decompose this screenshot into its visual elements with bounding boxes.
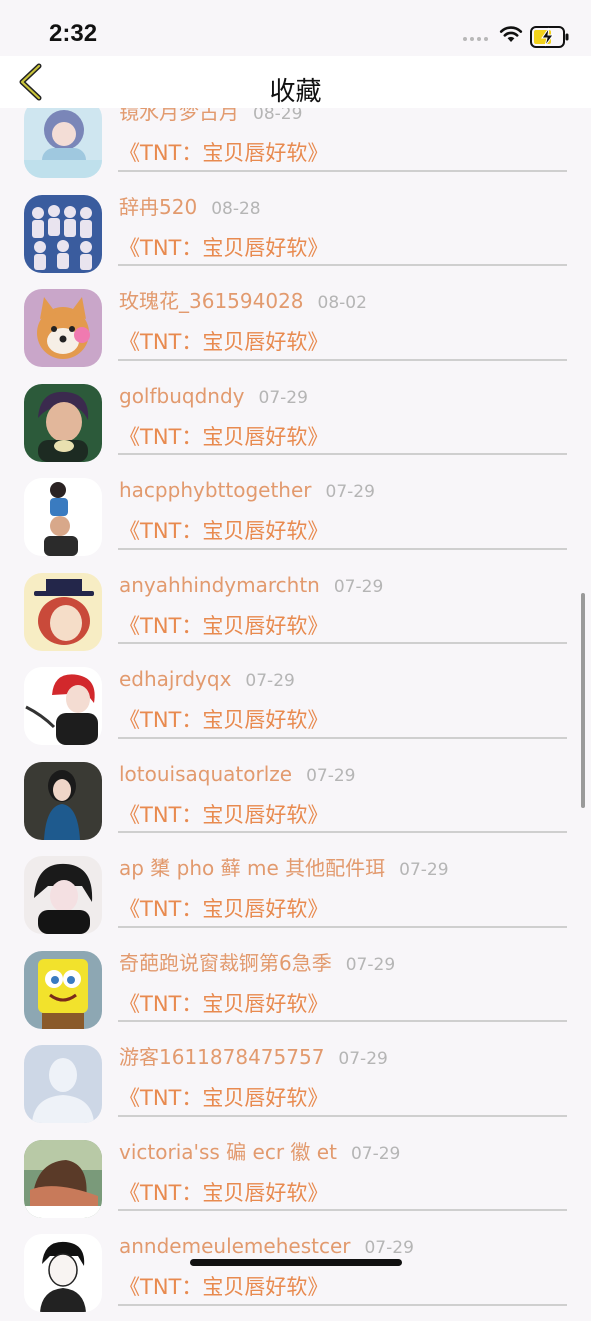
divider [118, 925, 567, 928]
divider [118, 642, 567, 644]
item-nickname: edhajrdyqx 07-29 [119, 667, 295, 691]
divider [118, 736, 567, 739]
sketch-boy-avatar [24, 1234, 102, 1312]
item-title-link[interactable]: 《TNT：宝贝唇好软》 [119, 1270, 328, 1304]
boy-photo-avatar [24, 383, 102, 462]
list-item[interactable]: golfbuqdndy 07-29 《TNT：宝贝唇好软》 [0, 376, 591, 471]
divider [118, 547, 567, 550]
divider [118, 264, 567, 266]
dark-anime-avatar [24, 856, 102, 934]
list-item[interactable]: 奇葩跑说窗裁锕第6急季 07-29 《TNT：宝贝唇好软》 [0, 943, 591, 1038]
divider [118, 1209, 567, 1211]
item-date: 07-29 [333, 576, 384, 597]
group-photo-avatar [24, 194, 102, 273]
item-nickname: 玫瑰花_361594028 08-02 [119, 289, 367, 313]
red-hair-anime-avatar [24, 667, 102, 745]
item-title-link[interactable]: 《TNT：宝贝唇好软》 [119, 609, 328, 643]
item-date: 07-29 [350, 1143, 401, 1164]
anime-girl-avatar [24, 100, 102, 178]
girl-scarf-avatar [24, 1139, 102, 1218]
vertical-scrollbar[interactable] [581, 593, 585, 808]
item-date: 08-28 [211, 198, 261, 219]
item-nickname: 游客1611878475757 07-29 [119, 1045, 388, 1069]
woman-qipao-avatar [24, 761, 102, 840]
item-nickname: 奇葩跑说窗裁锕第6急季 07-29 [119, 950, 396, 975]
list-item[interactable]: lotouisaquatorlze 07-29 《TNT：宝贝唇好软》 [0, 754, 591, 849]
divider [118, 831, 567, 833]
item-title-link[interactable]: 《TNT：宝贝唇好软》 [119, 798, 328, 832]
item-title-link[interactable]: 《TNT：宝贝唇好软》 [119, 231, 328, 265]
item-title-link[interactable]: 《TNT：宝贝唇好软》 [119, 703, 328, 737]
list-item[interactable]: ap 橥 pho 藓 me 其他配件珥 07-29 《TNT：宝贝唇好软》 [0, 848, 591, 943]
item-date: 07-29 [364, 1238, 414, 1258]
item-date: 07-29 [306, 765, 356, 786]
default-user-avatar [24, 1045, 102, 1123]
page-title: 收藏 [269, 77, 322, 107]
item-title-link[interactable]: 《TNT：宝贝唇好软》 [119, 892, 328, 926]
item-title-link[interactable]: 《TNT：宝贝唇好软》 [119, 136, 328, 170]
list-item[interactable]: 辞冉520 08-28 《TNT：宝贝唇好软》 [0, 187, 591, 282]
item-title-link[interactable]: 《TNT：宝贝唇好软》 [119, 1081, 328, 1115]
item-title-link[interactable]: 《TNT：宝贝唇好软》 [119, 987, 328, 1021]
item-title-link[interactable]: 《TNT：宝贝唇好软》 [119, 514, 328, 548]
list-item[interactable]: hacpphybttogether 07-29 《TNT：宝贝唇好软》 [0, 470, 591, 565]
divider [118, 1020, 567, 1022]
item-date: 07-29 [345, 954, 396, 975]
spongebob-avatar [24, 950, 102, 1029]
item-title-link[interactable]: 《TNT：宝贝唇好软》 [119, 1176, 328, 1210]
item-nickname: golfbuqdndy 07-29 [119, 383, 308, 408]
list-item[interactable]: 玫瑰花_361594028 08-02 《TNT：宝贝唇好软》 [0, 281, 591, 376]
divider [118, 453, 567, 455]
home-indicator[interactable] [190, 1259, 402, 1266]
wifi-icon [499, 26, 523, 42]
hat-girl-avatar [24, 572, 102, 651]
item-nickname: hacpphybttogether 07-29 [119, 478, 375, 502]
status-time: 2:32 [49, 20, 98, 47]
item-date: 07-29 [325, 482, 375, 502]
divider [118, 1303, 567, 1306]
list-item[interactable]: anndemeulemehestcer 07-29 《TNT：宝贝唇好软》 [0, 1226, 591, 1321]
item-date: 07-29 [245, 671, 295, 691]
father-child-avatar [24, 478, 102, 556]
list-item[interactable]: anyahhindymarchtn 07-29 《TNT：宝贝唇好软》 [0, 565, 591, 660]
item-date: 07-29 [338, 1049, 388, 1069]
item-nickname: 辞冉520 08-28 [119, 194, 261, 219]
list-item[interactable]: victoria'ss 碥 ecr 徽 et 07-29 《TNT：宝贝唇好软》 [0, 1132, 591, 1227]
battery-charging-icon [530, 26, 569, 48]
divider [118, 1114, 567, 1117]
list-item[interactable]: 游客1611878475757 07-29 《TNT：宝贝唇好软》 [0, 1037, 591, 1132]
cellular-signal-icon [463, 37, 488, 41]
item-nickname: victoria'ss 碥 ecr 徽 et 07-29 [119, 1139, 401, 1164]
status-bar: 2:32 [0, 0, 591, 56]
favorites-list: 镜水月梦古月 08-29 《TNT：宝贝唇好软》 辞冉520 08-28 《TNT：… [0, 92, 591, 1321]
nav-bar: 收藏 [0, 56, 591, 108]
item-title-link[interactable]: 《TNT：宝贝唇好软》 [119, 420, 328, 454]
divider [118, 169, 567, 172]
item-title-link[interactable]: 《TNT：宝贝唇好软》 [119, 325, 328, 359]
item-nickname: lotouisaquatorlze 07-29 [119, 761, 356, 786]
item-date: 07-29 [399, 860, 449, 880]
item-nickname: ap 橥 pho 藓 me 其他配件珥 07-29 [119, 856, 449, 880]
item-date: 07-29 [258, 387, 308, 408]
list-item[interactable]: edhajrdyqx 07-29 《TNT：宝贝唇好软》 [0, 659, 591, 754]
item-date: 08-02 [317, 293, 367, 313]
shiba-dog-avatar [24, 289, 102, 367]
item-nickname: anyahhindymarchtn 07-29 [119, 572, 384, 597]
divider [118, 358, 567, 361]
